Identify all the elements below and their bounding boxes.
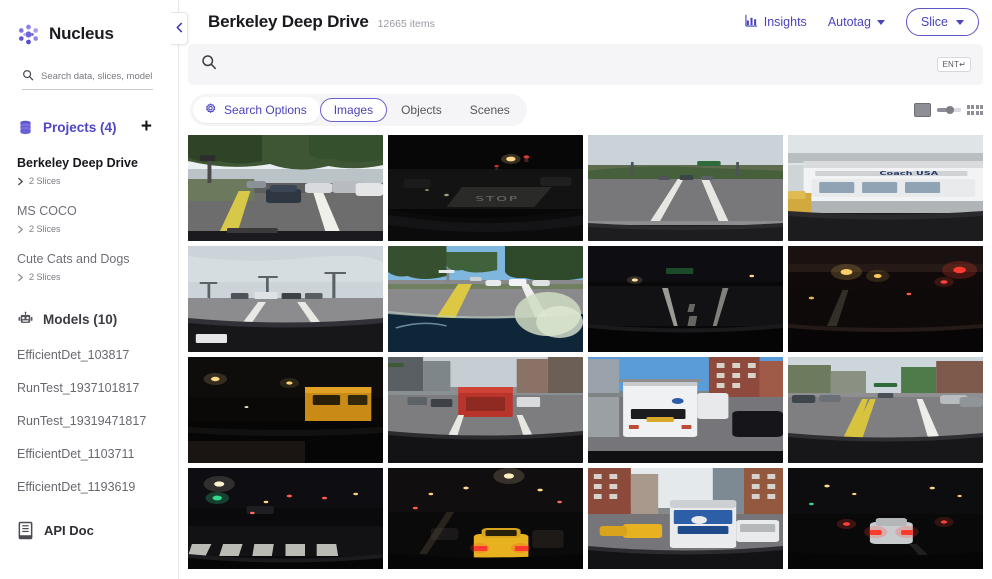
tab-images[interactable]: Images (319, 98, 388, 122)
project-name[interactable]: Berkeley Deep Drive (17, 155, 178, 171)
grid-image-item[interactable] (588, 468, 783, 569)
models-section-header[interactable]: Models (10) (0, 308, 178, 330)
database-icon (17, 119, 34, 136)
chevron-right-icon (17, 273, 24, 282)
gear-icon (204, 102, 217, 118)
search-input[interactable] (228, 57, 938, 72)
bar-chart-icon (745, 14, 758, 30)
grid-image-item[interactable] (188, 246, 383, 352)
models-label: Models (10) (43, 311, 118, 327)
search-icon (22, 68, 34, 86)
large-thumbnail-icon[interactable] (913, 103, 931, 117)
model-list-item[interactable]: RunTest_19319471817 (0, 414, 178, 429)
insights-button[interactable]: Insights (745, 14, 807, 30)
slice-button[interactable]: Slice (905, 8, 979, 36)
project-slices[interactable]: 2 Slices (17, 176, 178, 186)
brand-name: Nucleus (49, 24, 114, 43)
grid-image-item[interactable] (388, 246, 583, 352)
book-icon (17, 521, 34, 540)
sidebar-collapse-button[interactable] (171, 12, 188, 45)
nucleus-logo-icon (17, 23, 40, 46)
project-slices[interactable]: 2 Slices (17, 272, 178, 282)
search-options-button[interactable]: Search Options (193, 97, 320, 123)
svg-text:STOP: STOP (475, 195, 519, 203)
chevron-left-icon (175, 20, 184, 38)
filter-controls: Search Options Images Objects Scenes (190, 94, 527, 126)
search-row: ENT↵ (179, 44, 992, 85)
grid-image-item[interactable] (588, 246, 783, 352)
size-slider-handle[interactable] (945, 106, 954, 114)
grid-image-item[interactable]: Coach USA (788, 135, 983, 241)
projects-section-header[interactable]: Projects (4) + (0, 116, 178, 138)
sidebar: Nucleus Search data, slices, model Proje… (0, 0, 179, 579)
search-options-label: Search Options (224, 103, 307, 117)
enter-key-hint: ENT↵ (937, 57, 971, 72)
project-list-item[interactable]: Cute Cats and Dogs 2 Slices (0, 251, 178, 282)
project-slices-label: 2 Slices (29, 272, 61, 282)
svg-text:Coach USA: Coach USA (879, 170, 938, 176)
toolbar: Search Options Images Objects Scenes (179, 85, 992, 135)
grid-image-item[interactable] (388, 357, 583, 463)
chevron-right-icon (17, 225, 24, 234)
grid-image-item[interactable] (788, 468, 983, 569)
thumbnail-size-slider[interactable] (913, 103, 983, 117)
item-count: 12665 items (377, 18, 435, 30)
grid-image-item[interactable] (188, 135, 383, 241)
page-header: Berkeley Deep Drive 12665 items Insights (179, 0, 992, 44)
image-grid: STOP Coach USA (179, 135, 992, 569)
chevron-down-icon (876, 19, 885, 25)
small-thumbnail-grid-icon[interactable] (966, 105, 983, 115)
tab-scenes[interactable]: Scenes (456, 98, 524, 122)
project-name[interactable]: Cute Cats and Dogs (17, 251, 178, 267)
autotag-label: Autotag (827, 15, 871, 29)
grid-image-item[interactable] (588, 357, 783, 463)
sidebar-search-input[interactable] (41, 70, 153, 84)
project-list-item[interactable]: MS COCO 2 Slices (0, 203, 178, 234)
grid-image-item[interactable]: STOP (388, 135, 583, 241)
add-project-button[interactable]: + (141, 117, 152, 136)
model-list-item[interactable]: EfficientDet_1103711 (0, 447, 178, 462)
grid-image-item[interactable] (588, 135, 783, 241)
main-panel: Berkeley Deep Drive 12665 items Insights (179, 0, 992, 579)
project-list-item[interactable]: Berkeley Deep Drive 2 Slices (0, 155, 178, 186)
robot-icon (17, 311, 34, 328)
grid-image-item[interactable] (788, 246, 983, 352)
insights-label: Insights (763, 15, 807, 29)
project-slices-label: 2 Slices (29, 176, 61, 186)
model-list-item[interactable]: EfficientDet_1193619 (0, 480, 178, 495)
project-slices-label: 2 Slices (29, 224, 61, 234)
grid-image-item[interactable] (188, 468, 383, 569)
tab-objects[interactable]: Objects (387, 98, 456, 122)
page-title: Berkeley Deep Drive (208, 12, 369, 31)
projects-label: Projects (4) (43, 119, 117, 135)
chevron-down-icon (956, 19, 964, 25)
search-bar[interactable]: ENT↵ (188, 44, 983, 85)
api-doc-link[interactable]: API Doc (0, 521, 178, 540)
api-doc-label: API Doc (44, 523, 94, 538)
brand: Nucleus (0, 0, 178, 52)
header-actions: Insights Autotag Slice (745, 8, 979, 36)
project-slices[interactable]: 2 Slices (17, 224, 178, 234)
search-icon (201, 54, 217, 75)
autotag-button[interactable]: Autotag (828, 15, 885, 29)
size-slider-track[interactable] (936, 106, 961, 114)
grid-image-item[interactable] (388, 468, 583, 569)
app-root: Nucleus Search data, slices, model Proje… (0, 0, 992, 579)
model-list-item[interactable]: EfficientDet_103817 (0, 348, 178, 363)
chevron-right-icon (17, 177, 24, 186)
model-list-item[interactable]: RunTest_1937101817 (0, 381, 178, 396)
grid-image-item[interactable] (188, 357, 383, 463)
project-name[interactable]: MS COCO (17, 203, 178, 219)
grid-image-item[interactable] (788, 357, 983, 463)
sidebar-search[interactable] (22, 68, 153, 90)
slice-label: Slice (920, 15, 948, 29)
